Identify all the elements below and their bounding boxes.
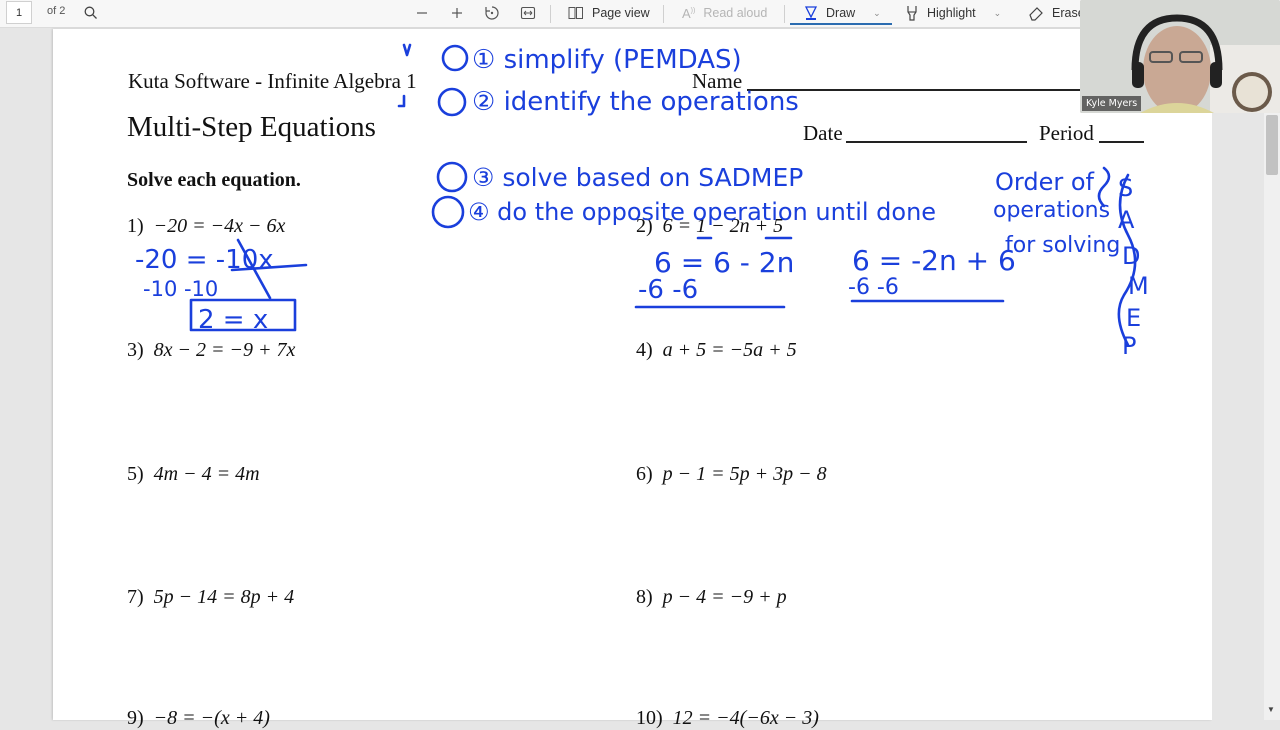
problem-2: 2) 6 = 1 − 2n + 5 (636, 215, 784, 237)
search-icon[interactable] (80, 3, 102, 23)
highlight-label: Highlight (927, 6, 976, 20)
presenter-face (1143, 26, 1211, 113)
scrollbar-thumb[interactable] (1266, 115, 1278, 175)
read-aloud-label: Read aloud (703, 6, 768, 20)
draw-button[interactable]: Draw ⌄ (790, 0, 892, 25)
problem-4: 4) a + 5 = −5a + 5 (636, 339, 797, 361)
page-view-icon (568, 7, 583, 19)
page-number-input[interactable]: 1 (6, 1, 32, 24)
chevron-down-icon[interactable]: ⌄ (873, 8, 881, 19)
toolbar-divider (663, 5, 664, 23)
rotate-icon[interactable] (481, 3, 503, 23)
problem-1: 1) −20 = −4x − 6x (127, 215, 286, 237)
problem-6: 6) p − 1 = 5p + 3p − 8 (636, 463, 827, 485)
problem-3: 3) 8x − 2 = −9 + 7x (127, 339, 296, 361)
eraser-icon (1029, 7, 1043, 21)
erase-button[interactable]: Erase (1028, 3, 1085, 23)
instructions: Solve each equation. (127, 169, 301, 191)
toolbar-divider (550, 5, 551, 23)
period-field-line[interactable] (1099, 141, 1144, 143)
zoom-in-icon[interactable] (446, 3, 468, 23)
date-field-line[interactable] (846, 141, 1027, 143)
zoom-out-icon[interactable] (411, 3, 433, 23)
publisher-header: Kuta Software - Infinite Algebra 1 (128, 69, 417, 93)
problem-8: 8) p − 4 = −9 + p (636, 586, 787, 608)
fit-width-icon[interactable] (517, 3, 539, 23)
problem-9: 9) −8 = −(x + 4) (127, 707, 270, 729)
highlighter-icon (907, 6, 917, 21)
problem-7: 7) 5p − 14 = 8p + 4 (127, 586, 295, 608)
scroll-down-arrow-icon[interactable]: ▼ (1267, 705, 1275, 714)
toolbar-divider (784, 5, 785, 23)
draw-label: Draw (826, 6, 856, 20)
problem-5: 5) 4m − 4 = 4m (127, 463, 260, 485)
pen-icon (804, 6, 818, 20)
webcam-overlay[interactable]: Kyle Myers (1080, 0, 1280, 113)
page-view-button[interactable]: Page view (568, 3, 650, 23)
page-total: of 2 (47, 5, 66, 17)
name-label: Name (692, 69, 743, 93)
pdf-page[interactable]: Kuta Software - Infinite Algebra 1 Name … (53, 29, 1212, 729)
highlight-button[interactable]: Highlight ⌄ (905, 3, 1001, 23)
participant-name-label: Kyle Myers (1082, 96, 1142, 111)
page-view-label: Page view (592, 6, 650, 20)
read-aloud-button[interactable]: A)) Read aloud (682, 3, 767, 23)
period-label: Period (1039, 121, 1094, 145)
problem-10: 10) 12 = −4(−6x − 3) (636, 707, 819, 729)
name-field-line[interactable] (747, 89, 1087, 91)
date-label: Date (803, 121, 843, 145)
worksheet-title: Multi-Step Equations (127, 111, 376, 143)
read-aloud-icon: A)) (682, 5, 696, 21)
chevron-down-icon[interactable]: ⌄ (994, 8, 1002, 19)
